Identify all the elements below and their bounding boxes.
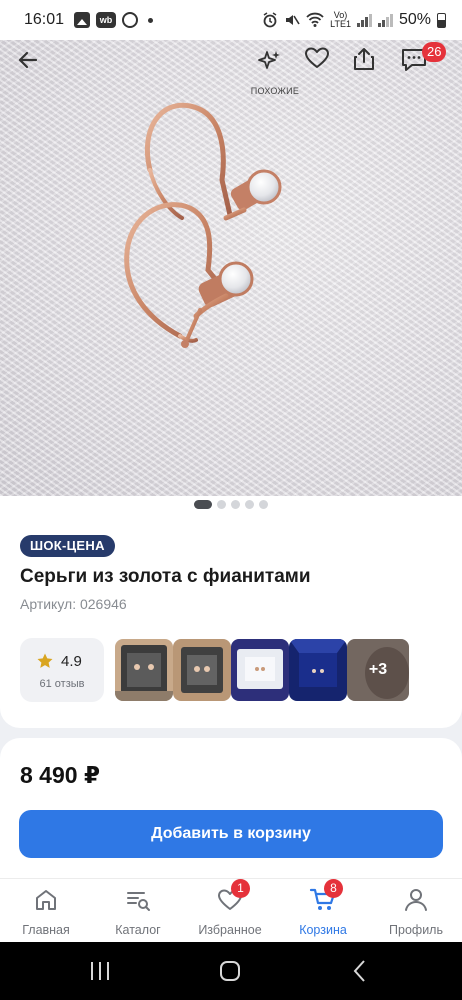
wifi-icon	[306, 12, 324, 27]
similar-label: ПОХОЖИЕ	[250, 86, 300, 96]
pager-dot[interactable]	[245, 500, 254, 509]
promo-tag: ШОК-ЦЕНА	[20, 535, 115, 557]
favorite-button[interactable]	[304, 46, 340, 82]
status-bar: 16:01 wb Vo) LTE1 50%	[0, 0, 462, 40]
review-photo-thumb[interactable]	[289, 639, 347, 701]
sparkle-icon	[258, 51, 280, 69]
signal-2-icon	[377, 13, 393, 27]
review-photo-3	[231, 639, 289, 701]
home-icon	[36, 890, 56, 910]
back-system-icon[interactable]	[353, 960, 365, 982]
pager-dot[interactable]	[217, 500, 226, 509]
nav-profile-label: Профиль	[389, 923, 443, 937]
rating-box[interactable]: 4.9 61 отзыв	[20, 638, 104, 702]
alarm-icon	[263, 12, 277, 28]
bottom-nav: Главная Каталог 1 Избранное 8 Корзина Пр…	[0, 878, 462, 942]
nav-profile[interactable]: Профиль	[370, 885, 462, 943]
review-photo-thumb[interactable]	[173, 639, 231, 701]
cart-badge: 8	[324, 879, 343, 898]
similar-button[interactable]	[256, 48, 294, 84]
review-photo-thumb[interactable]	[231, 639, 289, 701]
review-photo-thumb[interactable]	[115, 639, 173, 701]
system-navigation-bar	[0, 942, 462, 1000]
nav-catalog[interactable]: Каталог	[92, 885, 184, 943]
battery-percent: 50%	[398, 11, 431, 28]
favorites-badge: 1	[231, 879, 250, 898]
recent-apps-icon[interactable]	[91, 962, 109, 980]
nav-catalog-label: Каталог	[115, 923, 161, 937]
product-article[interactable]: Артикул: 026946	[20, 596, 127, 612]
pager-dot[interactable]	[194, 500, 212, 509]
more-photos-label: +3	[368, 661, 388, 678]
signal-1-icon	[356, 13, 372, 27]
nav-cart[interactable]: 8 Корзина	[277, 879, 369, 943]
lte-label: LTE1	[330, 19, 351, 29]
review-photo-2	[173, 639, 231, 701]
volte-indicator: Vo) LTE1	[330, 11, 351, 29]
profile-icon	[405, 889, 427, 911]
chat-badge: 26	[422, 42, 447, 62]
nav-favorites-label: Избранное	[198, 923, 262, 937]
nav-home[interactable]: Главная	[0, 885, 92, 943]
whatsapp-notification-icon	[122, 12, 139, 28]
image-pager[interactable]	[0, 500, 462, 509]
share-button[interactable]	[352, 46, 388, 82]
gallery-notification-icon	[74, 12, 91, 28]
nav-favorites[interactable]: 1 Избранное	[184, 879, 276, 943]
catalog-icon	[127, 892, 150, 911]
home-system-icon[interactable]	[220, 961, 240, 981]
product-image[interactable]: ПОХОЖИЕ 26	[0, 40, 462, 496]
wb-notification-icon: wb	[96, 12, 117, 28]
earrings-photo	[124, 102, 282, 348]
nav-home-label: Главная	[22, 923, 70, 937]
system-nav-buttons	[91, 960, 365, 982]
pager-dot[interactable]	[259, 500, 268, 509]
star-icon	[37, 653, 53, 668]
reviews-count: 61 отзыв	[39, 678, 85, 690]
arrow-left-icon	[18, 51, 38, 69]
share-icon	[354, 48, 374, 70]
product-title: Серьги из золота с фианитами	[20, 566, 311, 587]
battery-icon	[437, 12, 446, 28]
add-to-cart-button[interactable]: Добавить в корзину	[19, 810, 443, 858]
nav-cart-label: Корзина	[299, 923, 347, 937]
heart-icon	[305, 47, 329, 68]
back-button[interactable]	[16, 48, 52, 84]
mute-icon	[286, 15, 300, 25]
pager-dot[interactable]	[231, 500, 240, 509]
purchase-card: 8 490 ₽ Добавить в корзину	[0, 738, 462, 878]
status-time: 16:01	[24, 11, 65, 28]
more-notifications-icon	[148, 17, 154, 23]
review-photo-4	[289, 639, 347, 701]
review-photo-1	[115, 639, 173, 701]
more-photos-thumb[interactable]: +3	[347, 639, 409, 701]
rating-value: 4.9	[61, 652, 82, 670]
product-info-card: ШОК-ЦЕНА Серьги из золота с фианитами Ар…	[0, 496, 462, 728]
product-price: 8 490 ₽	[20, 762, 100, 788]
